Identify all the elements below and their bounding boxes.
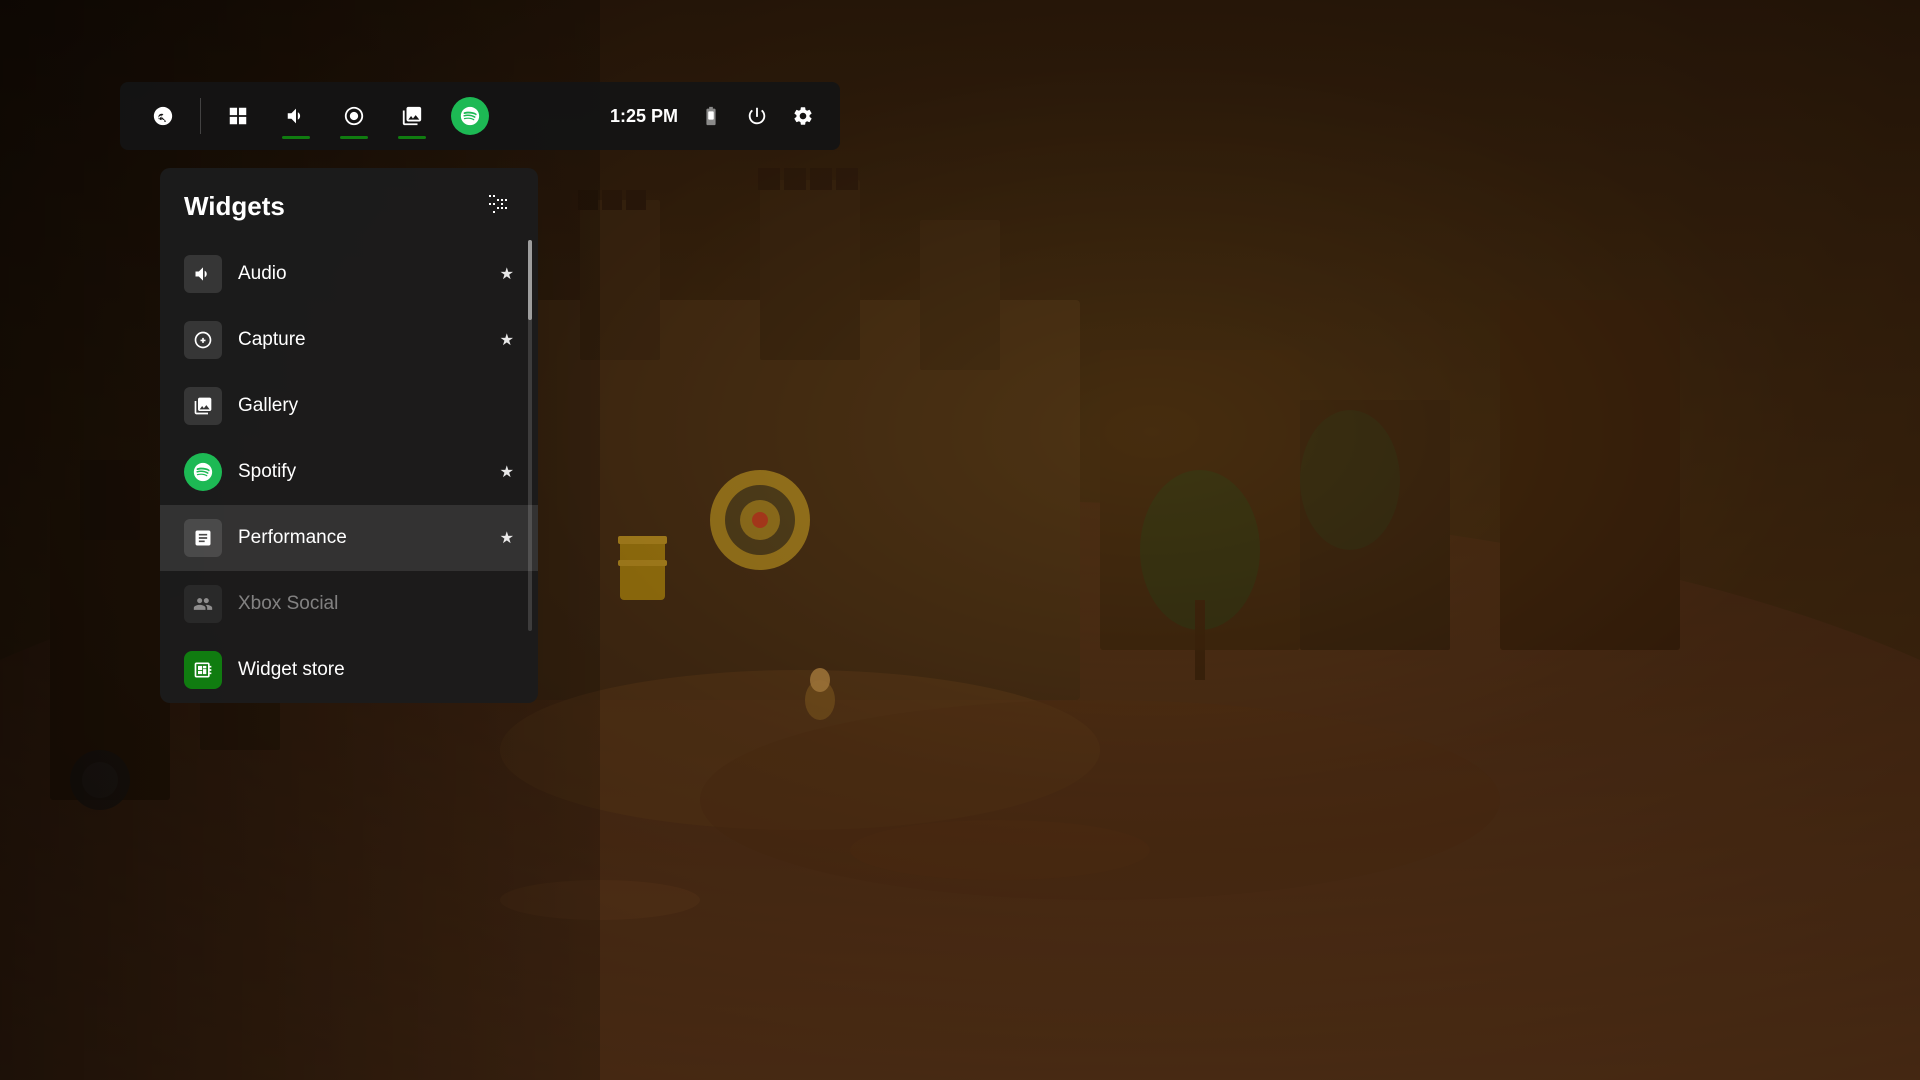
store-widget-icon-wrap: [184, 651, 222, 689]
widget-item-audio[interactable]: Audio ★: [160, 241, 538, 307]
scrollbar-track: [528, 240, 532, 631]
capture-nav-icon: [343, 105, 365, 127]
gallery-widget-icon: [193, 396, 213, 416]
battery-button[interactable]: [690, 89, 732, 143]
audio-widget-label: Audio: [238, 263, 500, 285]
capture-widget-icon: [193, 330, 213, 350]
social-widget-icon-wrap: [184, 585, 222, 623]
widget-item-spotify[interactable]: Spotify ★: [160, 439, 538, 505]
scrollbar-thumb[interactable]: [528, 240, 532, 320]
widgets-panel: Widgets Audio ★ Capture ★: [160, 168, 538, 703]
store-widget-icon: [193, 660, 213, 680]
audio-widget-icon-wrap: [184, 255, 222, 293]
audio-widget-star[interactable]: ★: [500, 264, 514, 284]
battery-icon: [700, 105, 722, 127]
settings-button[interactable]: [782, 89, 824, 143]
performance-widget-star[interactable]: ★: [500, 528, 514, 548]
performance-widget-icon-wrap: [184, 519, 222, 557]
capture-nav-button[interactable]: [327, 89, 381, 143]
widget-item-performance[interactable]: Performance ★: [160, 505, 538, 571]
capture-widget-icon-wrap: [184, 321, 222, 359]
performance-widget-label: Performance: [238, 527, 500, 549]
filter-icon: [486, 192, 510, 216]
spotify-nav-icon: [451, 97, 489, 135]
xbox-logo-button[interactable]: [136, 89, 190, 143]
gallery-nav-icon: [401, 105, 423, 127]
performance-widget-icon: [193, 528, 213, 548]
gallery-widget-label: Gallery: [238, 395, 514, 417]
widgets-filter-button[interactable]: [482, 188, 514, 225]
xbox-icon: [152, 105, 174, 127]
audio-nav-icon: [285, 105, 307, 127]
gallery-widget-icon-wrap: [184, 387, 222, 425]
social-widget-icon: [193, 594, 213, 614]
spotify-widget-star[interactable]: ★: [500, 462, 514, 482]
widget-item-gallery[interactable]: Gallery: [160, 373, 538, 439]
widget-item-xbox-social[interactable]: Xbox Social: [160, 571, 538, 637]
capture-widget-star[interactable]: ★: [500, 330, 514, 350]
widget-item-store[interactable]: Widget store: [160, 637, 538, 703]
power-button[interactable]: [736, 89, 778, 143]
multiview-nav-button[interactable]: [211, 89, 265, 143]
capture-widget-label: Capture: [238, 329, 500, 351]
audio-widget-icon: [193, 264, 213, 284]
audio-nav-button[interactable]: [269, 89, 323, 143]
spotify-nav-button[interactable]: [443, 89, 497, 143]
multiview-icon: [227, 105, 249, 127]
widgets-panel-title: Widgets: [184, 191, 285, 222]
top-navigation-bar: 1:25 PM: [120, 82, 840, 150]
xbox-social-widget-label: Xbox Social: [238, 593, 514, 615]
nav-divider-1: [200, 98, 201, 134]
store-widget-label: Widget store: [238, 659, 514, 681]
gallery-nav-button[interactable]: [385, 89, 439, 143]
spotify-widget-label: Spotify: [238, 461, 500, 483]
widget-item-capture[interactable]: Capture ★: [160, 307, 538, 373]
widgets-panel-header: Widgets: [160, 168, 538, 241]
power-icon: [746, 105, 768, 127]
clock-display: 1:25 PM: [610, 106, 678, 127]
spotify-widget-icon-wrap: [184, 453, 222, 491]
spotify-widget-icon: [192, 461, 214, 483]
settings-gear-icon: [792, 105, 814, 127]
